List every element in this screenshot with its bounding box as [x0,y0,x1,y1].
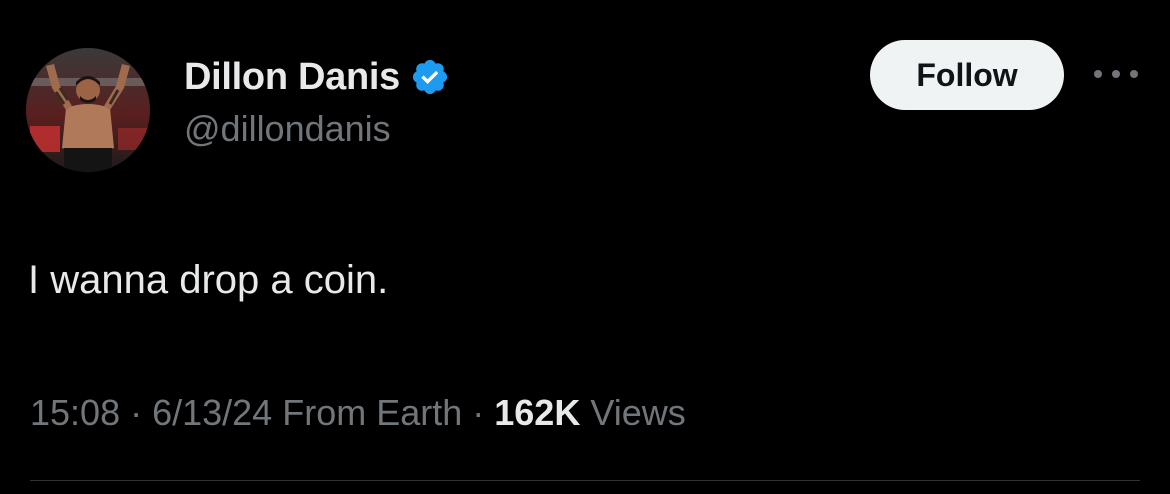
tweet-card: Dillon Danis @dillondanis Follow I wanna… [0,0,1170,494]
tweet-meta: 15:08 · 6/13/24 From Earth · 162K Views [30,392,686,434]
tweet-time[interactable]: 15:08 [30,392,120,434]
verified-badge-icon[interactable] [410,57,450,97]
tweet-location: From Earth [282,392,463,433]
divider [30,480,1140,481]
views-label: Views [590,392,686,433]
avatar-image [26,48,150,172]
more-options-icon[interactable] [1094,62,1138,86]
tweet-text: I wanna drop a coin. [28,258,389,302]
more-dot [1112,70,1120,78]
author-display-name[interactable]: Dillon Danis [184,56,400,99]
author-name-row: Dillon Danis [184,52,450,102]
tweet-date[interactable]: 6/13/24 [152,392,272,434]
avatar[interactable] [26,48,150,172]
follow-button[interactable]: Follow [870,40,1064,110]
more-dot [1094,70,1102,78]
meta-separator: · [130,392,143,433]
meta-separator: · [472,392,485,433]
views-count[interactable]: 162K [494,392,580,434]
more-dot [1130,70,1138,78]
author-handle[interactable]: @dillondanis [184,108,391,150]
